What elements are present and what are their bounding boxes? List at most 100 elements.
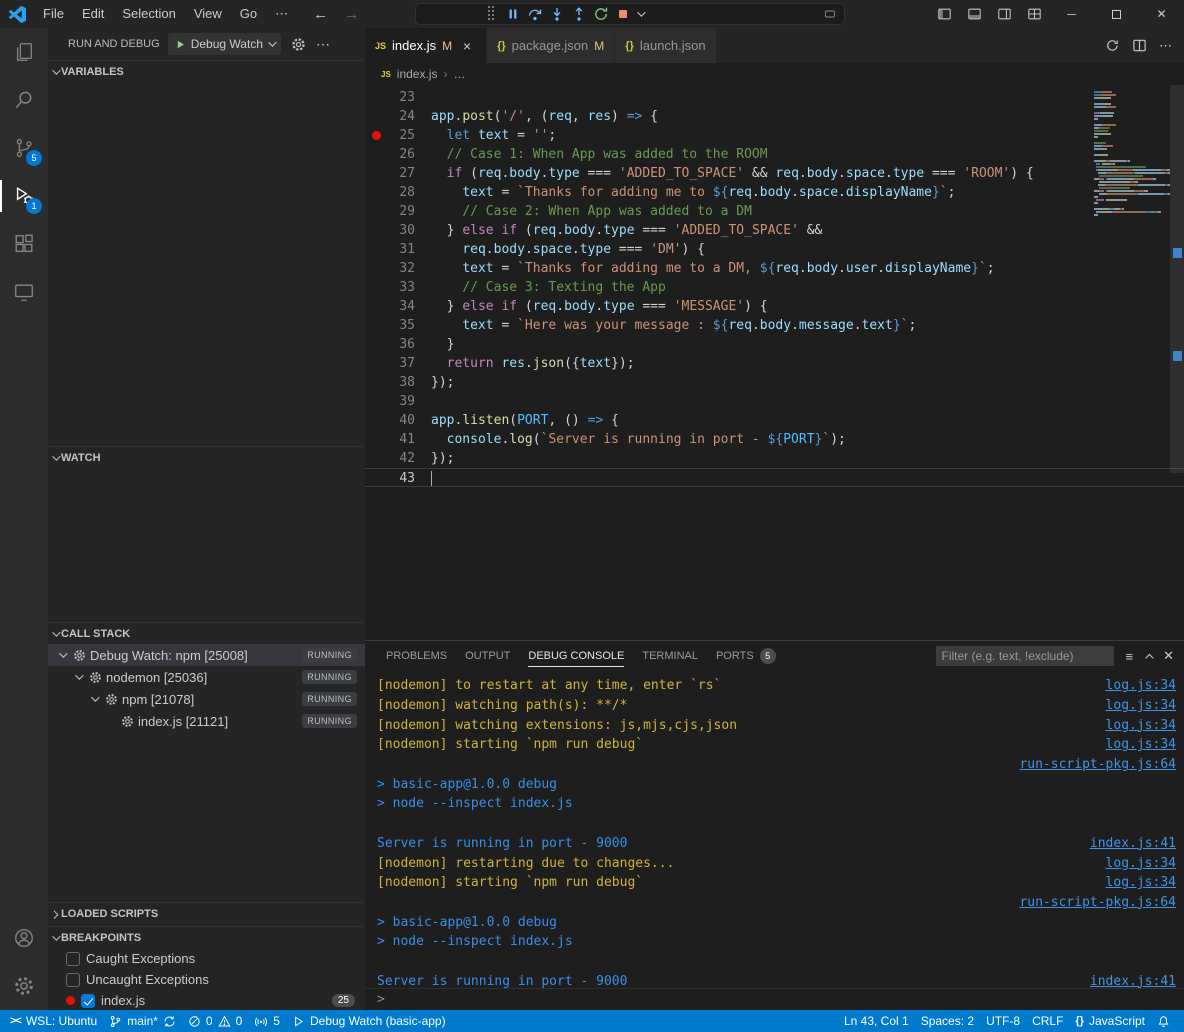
checkbox[interactable] xyxy=(81,994,95,1008)
step-over-button[interactable] xyxy=(524,3,546,25)
console-filter-input[interactable] xyxy=(936,646,1114,666)
panel-tab-ports[interactable]: PORTS5 xyxy=(707,641,785,671)
editor-scrollbar[interactable] xyxy=(1170,85,1184,640)
stop-button[interactable] xyxy=(612,3,634,25)
view-more-actions-icon[interactable]: ⋯ xyxy=(316,36,330,53)
menu-view[interactable]: View xyxy=(185,0,231,28)
minimap[interactable] xyxy=(1094,91,1170,220)
breadcrumb-file[interactable]: index.js xyxy=(397,67,438,81)
breakpoint-gutter[interactable] xyxy=(365,430,387,449)
sidebar-item-extensions[interactable] xyxy=(0,220,48,268)
close-icon[interactable]: × xyxy=(458,38,476,54)
breakpoint-gutter[interactable] xyxy=(365,373,387,392)
section-variables[interactable]: VARIABLES xyxy=(48,61,365,82)
checkbox[interactable] xyxy=(66,973,80,987)
indentation-status[interactable]: Spaces: 2 xyxy=(915,1010,980,1032)
breakpoint-gutter[interactable] xyxy=(365,449,387,468)
breakpoint-gutter[interactable] xyxy=(365,145,387,164)
accounts-button[interactable] xyxy=(0,914,48,962)
split-editor-icon[interactable] xyxy=(1132,38,1147,53)
call-stack-row-nodemon[interactable]: nodemon [25036]RUNNING xyxy=(48,666,365,688)
restart-button[interactable] xyxy=(590,3,612,25)
breakpoint-gutter[interactable] xyxy=(365,88,387,107)
code-editor[interactable]: 2324app.post('/', (req, res) => {25 let … xyxy=(365,85,1184,640)
cursor-position-status[interactable]: Ln 43, Col 1 xyxy=(838,1010,915,1032)
section-call-stack[interactable]: CALL STACK xyxy=(48,623,365,644)
breakpoint-gutter[interactable] xyxy=(365,107,387,126)
sidebar-item-remote-explorer[interactable] xyxy=(0,268,48,316)
checkbox[interactable] xyxy=(66,952,80,966)
breakpoint-gutter[interactable] xyxy=(365,164,387,183)
call-stack-row-indexjs[interactable]: index.js [21121]RUNNING xyxy=(48,710,365,732)
breakpoint-gutter[interactable] xyxy=(365,278,387,297)
breakpoint-gutter[interactable] xyxy=(365,469,387,486)
close-window-button[interactable]: ✕ xyxy=(1139,0,1184,28)
debug-config-dropdown[interactable]: Debug Watch xyxy=(168,33,281,55)
source-link[interactable]: run-script-pkg.js:64 xyxy=(1019,895,1176,910)
sidebar-item-run-and-debug[interactable]: 1 xyxy=(0,172,48,220)
menu-selection[interactable]: Selection xyxy=(113,0,184,28)
source-link[interactable]: log.js:34 xyxy=(1106,737,1176,752)
sidebar-item-explorer[interactable] xyxy=(0,28,48,76)
menu-more[interactable]: ⋯ xyxy=(266,0,297,28)
start-debugging-icon[interactable] xyxy=(175,39,186,50)
section-loaded-scripts[interactable]: LOADED SCRIPTS xyxy=(48,903,365,924)
source-link[interactable]: run-script-pkg.js:64 xyxy=(1019,757,1176,772)
step-out-button[interactable] xyxy=(568,3,590,25)
breakpoint-gutter[interactable] xyxy=(365,316,387,335)
debug-toolbar-drag-handle[interactable] xyxy=(488,6,496,22)
source-link[interactable]: log.js:34 xyxy=(1106,856,1176,871)
step-into-button[interactable] xyxy=(546,3,568,25)
forward-button[interactable]: → xyxy=(344,6,359,23)
breakpoint-gutter[interactable] xyxy=(365,411,387,430)
toggle-primary-sidebar-icon[interactable] xyxy=(937,7,952,21)
breadcrumb[interactable]: JS index.js › … xyxy=(365,63,1184,85)
eol-status[interactable]: CRLF xyxy=(1026,1010,1069,1032)
breakpoint-gutter[interactable] xyxy=(365,297,387,316)
customize-layout-icon[interactable] xyxy=(1027,7,1042,21)
panel-tab-output[interactable]: OUTPUT xyxy=(456,641,519,671)
breakpoint-gutter[interactable] xyxy=(365,221,387,240)
breakpoint-gutter[interactable] xyxy=(365,392,387,411)
panel-tab-problems[interactable]: PROBLEMS xyxy=(377,641,456,671)
console-input-row[interactable]: > xyxy=(365,988,1184,1010)
editor-more-actions-icon[interactable]: ⋯ xyxy=(1159,38,1172,54)
source-link[interactable]: log.js:34 xyxy=(1106,718,1176,733)
source-link[interactable]: log.js:34 xyxy=(1106,698,1176,713)
section-watch[interactable]: WATCH xyxy=(48,447,365,468)
breakpoint-gutter[interactable] xyxy=(365,183,387,202)
open-changes-icon[interactable] xyxy=(1105,38,1120,53)
breakpoint-row-caught-exceptions[interactable]: Caught Exceptions xyxy=(48,948,365,969)
scrollbar-thumb[interactable] xyxy=(1170,85,1184,473)
breakpoint-gutter[interactable] xyxy=(365,354,387,373)
toggle-panel-icon[interactable] xyxy=(967,7,982,21)
debug-session-status[interactable]: Debug Watch (basic-app) xyxy=(286,1010,452,1032)
command-center-action-icon[interactable] xyxy=(824,8,836,20)
panel-tab-debug-console[interactable]: DEBUG CONSOLE xyxy=(519,641,633,671)
encoding-status[interactable]: UTF-8 xyxy=(980,1010,1026,1032)
panel-tab-terminal[interactable]: TERMINAL xyxy=(633,641,707,671)
menu-edit[interactable]: Edit xyxy=(73,0,113,28)
sidebar-item-search[interactable] xyxy=(0,76,48,124)
call-stack-row-npm[interactable]: npm [21078]RUNNING xyxy=(48,688,365,710)
problems-status[interactable]: 0 0 xyxy=(182,1010,248,1032)
source-link[interactable]: log.js:34 xyxy=(1106,875,1176,890)
tab-package-json[interactable]: {}package.jsonM xyxy=(487,28,615,63)
close-panel-icon[interactable]: ✕ xyxy=(1163,648,1174,664)
maximize-panel-icon[interactable] xyxy=(1145,649,1151,664)
menu-file[interactable]: File xyxy=(34,0,73,28)
back-button[interactable]: ← xyxy=(313,6,328,23)
open-launch-config-gear-icon[interactable] xyxy=(291,37,306,52)
breakpoint-gutter[interactable] xyxy=(365,126,387,145)
clear-console-icon[interactable]: ≡ xyxy=(1126,649,1134,664)
forwarded-ports-status[interactable]: 5 xyxy=(248,1010,286,1032)
minimize-button[interactable]: ─ xyxy=(1049,0,1094,28)
git-branch-status[interactable]: main* xyxy=(103,1010,182,1032)
toggle-secondary-sidebar-icon[interactable] xyxy=(997,7,1012,21)
menu-go[interactable]: Go xyxy=(231,0,266,28)
settings-button[interactable] xyxy=(0,962,48,1010)
breakpoint-row-index-js[interactable]: index.js25 xyxy=(48,990,365,1010)
source-link[interactable]: index.js:41 xyxy=(1090,974,1176,988)
pause-button[interactable] xyxy=(502,3,524,25)
breakpoint-gutter[interactable] xyxy=(365,240,387,259)
